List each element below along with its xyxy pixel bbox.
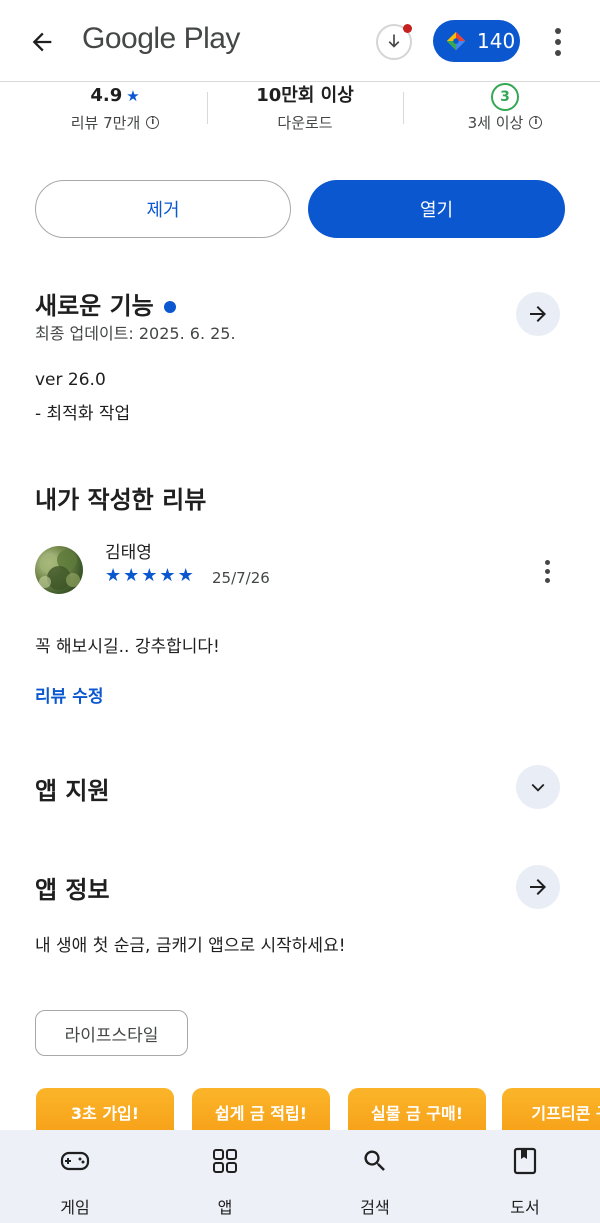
- app-description: 내 생애 첫 순금, 금캐기 앱으로 시작하세요!: [35, 936, 346, 956]
- rating-stat[interactable]: 4.9 ★ 리뷰 7만개 i: [35, 82, 195, 142]
- downloads-button[interactable]: [376, 24, 412, 60]
- arrow-forward-icon: [530, 306, 546, 322]
- nav-search[interactable]: 검색: [325, 1146, 425, 1218]
- changelog-line: - 최적화 작업: [35, 404, 131, 424]
- review-date: 25/7/26: [212, 569, 270, 587]
- play-points-icon: [446, 31, 466, 51]
- star-icon: ★: [141, 565, 158, 586]
- app-stats-row: 4.9 ★ 리뷰 7만개 i 10만회 이상 다운로드 3 3세 이상 i: [0, 82, 600, 142]
- play-points-button[interactable]: 140: [433, 20, 520, 62]
- review-text: 꼭 해보시길.. 강추합니다!: [35, 637, 220, 657]
- edit-review-link[interactable]: 리뷰 수정: [35, 682, 103, 707]
- dot-icon: [555, 50, 561, 56]
- arrow-forward-icon: [530, 879, 546, 895]
- info-icon: i: [529, 116, 543, 129]
- dot-icon: [555, 28, 561, 34]
- star-icon: ★: [159, 565, 176, 586]
- star-icon: ★: [123, 565, 140, 586]
- downloads-stat: 10만회 이상 다운로드: [220, 82, 390, 142]
- star-icon: ★: [105, 565, 122, 586]
- rating-label: 리뷰 7만개: [70, 114, 141, 132]
- nav-games[interactable]: 게임: [25, 1146, 125, 1218]
- star-icon: ★: [177, 565, 194, 586]
- divider: [403, 92, 404, 124]
- new-indicator-dot: [163, 301, 176, 313]
- whats-new-heading[interactable]: 새로운 기능: [35, 286, 176, 321]
- apps-grid-icon: [213, 1149, 237, 1173]
- review-star-rating: ★ ★ ★ ★ ★: [105, 566, 194, 586]
- whats-new-arrow-button[interactable]: [516, 292, 560, 336]
- dot-icon: [544, 559, 550, 565]
- age-rating-stat[interactable]: 3 3세 이상 i: [420, 82, 590, 142]
- divider: [207, 92, 208, 124]
- review-more-options-button[interactable]: [534, 556, 560, 586]
- arrow-back-icon: [32, 32, 52, 52]
- age-rating-label: 3세 이상: [467, 114, 524, 132]
- downloads-value: 10만회 이상: [256, 85, 354, 106]
- bottom-navigation: 게임 앱 검색 도서: [0, 1130, 600, 1223]
- uninstall-button[interactable]: 제거: [35, 180, 291, 238]
- download-arrow-icon: [388, 34, 400, 48]
- nav-books[interactable]: 도서: [475, 1146, 575, 1218]
- avatar-photo: [39, 550, 80, 590]
- book-icon: [513, 1147, 537, 1175]
- nav-apps[interactable]: 앱: [175, 1146, 275, 1218]
- info-icon: i: [146, 116, 160, 129]
- notification-dot: [403, 24, 412, 33]
- nav-books-label: 도서: [510, 1198, 540, 1217]
- rating-value: 4.9: [90, 85, 123, 106]
- app-info-heading[interactable]: 앱 정보: [35, 870, 110, 905]
- age-rating-badge: 3: [491, 83, 519, 111]
- app-support-expand-button[interactable]: [516, 765, 560, 809]
- chevron-down-icon: [531, 783, 545, 792]
- dot-icon: [544, 568, 550, 574]
- play-points-count: 140: [477, 29, 516, 53]
- open-button[interactable]: 열기: [308, 180, 565, 238]
- last-updated-text: 최종 업데이트: 2025. 6. 25.: [35, 324, 236, 343]
- my-review-heading: 내가 작성한 리뷰: [35, 486, 207, 514]
- back-button[interactable]: [22, 22, 62, 62]
- downloads-label: 다운로드: [277, 114, 333, 132]
- app-support-heading[interactable]: 앱 지원: [35, 771, 110, 806]
- star-icon: ★: [126, 87, 140, 105]
- whats-new-title: 새로운 기능: [35, 292, 154, 320]
- category-chip[interactable]: 라이프스타일: [35, 1010, 188, 1056]
- gamepad-icon: [60, 1151, 90, 1171]
- google-play-logo: Google Play: [82, 22, 240, 55]
- avatar: [35, 546, 83, 594]
- nav-search-label: 검색: [360, 1198, 390, 1217]
- changelog-version: ver 26.0: [35, 370, 106, 390]
- app-info-arrow-button[interactable]: [516, 865, 560, 909]
- nav-games-label: 게임: [60, 1198, 90, 1217]
- dot-icon: [544, 577, 550, 583]
- search-icon: [364, 1150, 385, 1171]
- top-app-bar: Google Play 140: [0, 0, 600, 82]
- more-options-button[interactable]: [544, 24, 572, 60]
- review-author: 김태영: [105, 543, 152, 563]
- nav-apps-label: 앱: [217, 1198, 233, 1217]
- dot-icon: [555, 39, 561, 45]
